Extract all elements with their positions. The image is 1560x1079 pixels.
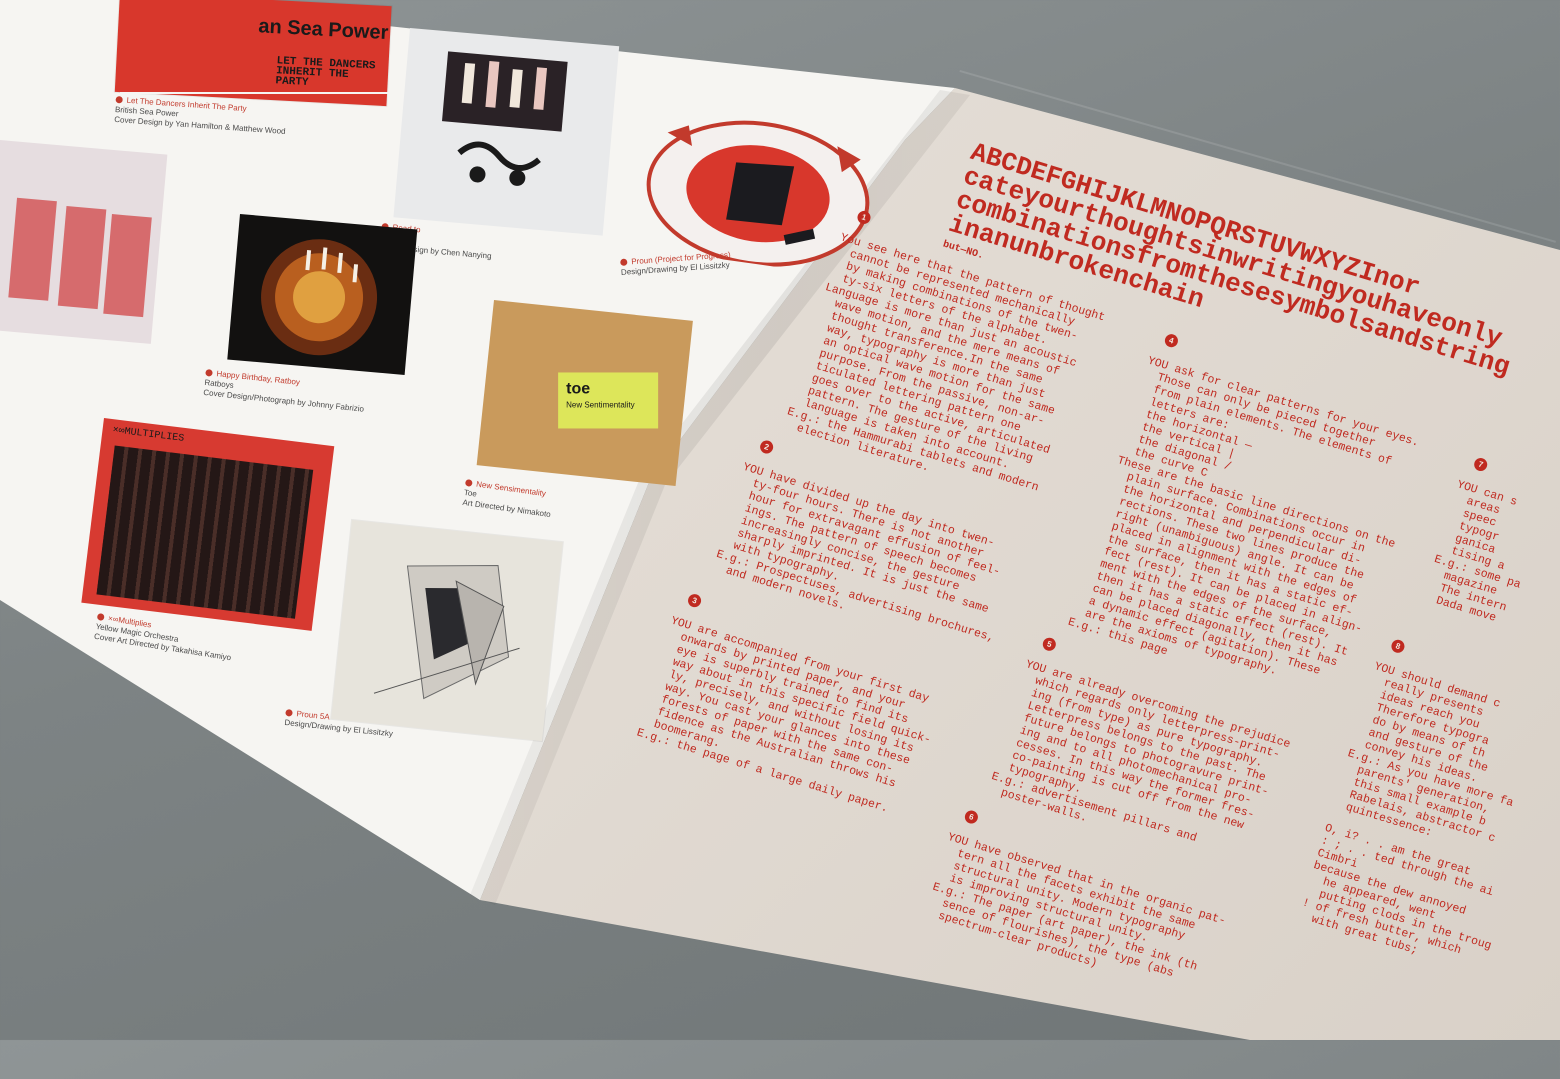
cover-shape	[103, 214, 152, 318]
cover-artwork-svg	[261, 239, 378, 356]
caption-number-icon	[285, 709, 293, 718]
cover-sticker: toe New Sentimentality	[558, 372, 659, 429]
cover-title-text: New Sentimentality	[566, 400, 635, 410]
caption-number-icon	[115, 96, 123, 104]
cover-shape	[8, 197, 57, 301]
caption-number-icon	[205, 369, 213, 378]
cover-happy-birthday-ratboy	[227, 214, 418, 375]
cover-british-sea-power: an Sea Power LET THE DANCERS INHERIT THE…	[114, 0, 392, 107]
cover-multiplies: ×∞MULTIPLIES	[81, 418, 335, 631]
cover-band-name: an Sea Power	[257, 15, 389, 45]
cover-title-text: LET THE DANCERS INHERIT THE PARTY	[275, 55, 376, 89]
cover-edge	[120, 92, 392, 94]
cover-artwork-svg	[373, 565, 520, 700]
caption-number-icon	[620, 258, 628, 267]
caption-number-icon	[464, 479, 473, 488]
caption-number-icon	[96, 613, 105, 622]
cover-title-text: ×∞MULTIPLIES	[111, 425, 185, 445]
cover-road-to-lilium	[393, 28, 620, 236]
cover-label-text: toe	[566, 380, 591, 398]
cover-proun-5a	[331, 520, 563, 742]
cover-new-sensimentality: toe New Sentimentality	[476, 300, 693, 486]
cover-photo	[96, 445, 314, 619]
brochure-spread: an Sea Power LET THE DANCERS INHERIT THE…	[0, 0, 1560, 1040]
cover-artwork-svg	[442, 51, 568, 186]
cover-shape	[57, 206, 107, 310]
cover-partial-left	[0, 140, 168, 344]
